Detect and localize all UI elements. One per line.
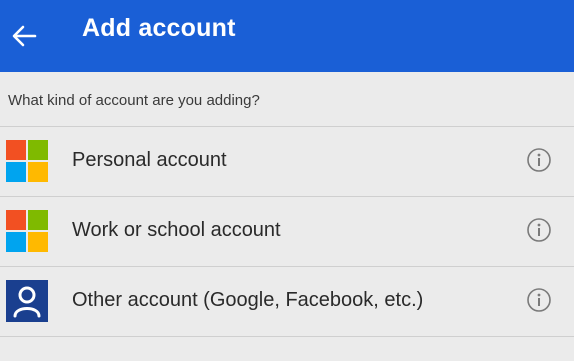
divider — [0, 266, 574, 267]
divider — [0, 196, 574, 197]
person-icon — [6, 280, 48, 322]
page-title: Add account — [82, 14, 236, 42]
list-item-label: Personal account — [72, 149, 227, 171]
info-icon[interactable] — [526, 287, 552, 313]
info-icon[interactable] — [526, 147, 552, 173]
list-item-label: Other account (Google, Facebook, etc.) — [72, 289, 424, 311]
list-item-work-school-account[interactable]: Work or school account — [0, 198, 574, 264]
list-item-label: Work or school account — [72, 219, 281, 241]
prompt-text: What kind of account are you adding? — [8, 92, 260, 109]
account-type-list: What kind of account are you adding? Per… — [0, 72, 574, 361]
divider — [0, 336, 574, 337]
microsoft-logo-icon — [6, 210, 48, 252]
microsoft-logo-icon — [6, 140, 48, 182]
list-item-personal-account[interactable]: Personal account — [0, 128, 574, 194]
info-icon[interactable] — [526, 217, 552, 243]
back-button[interactable] — [6, 20, 42, 52]
list-item-other-account[interactable]: Other account (Google, Facebook, etc.) — [0, 268, 574, 334]
back-arrow-icon — [12, 25, 37, 47]
app-bar: Add account — [0, 0, 574, 72]
divider — [0, 126, 574, 127]
